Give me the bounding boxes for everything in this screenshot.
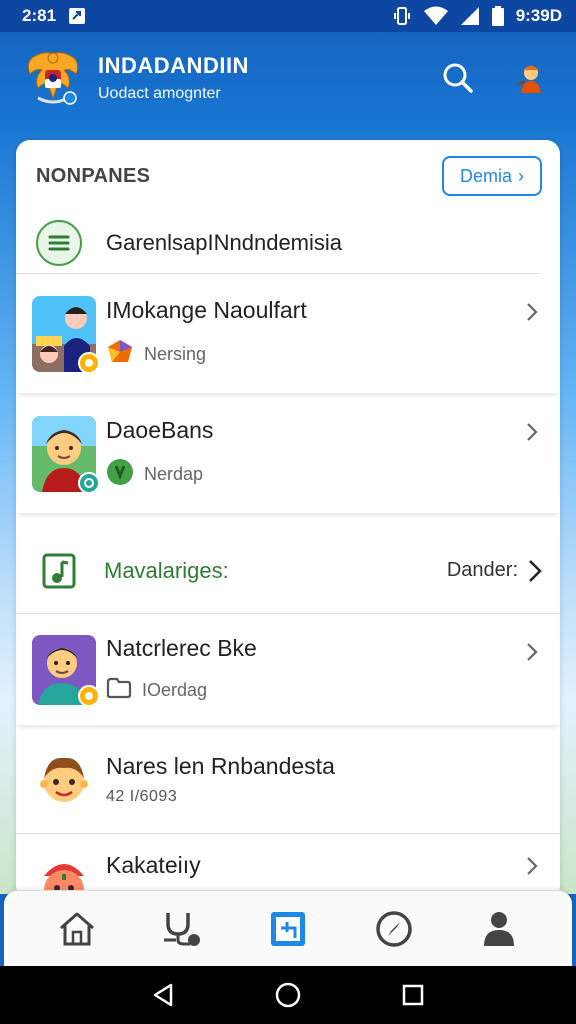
search-button[interactable] bbox=[436, 56, 480, 100]
list-item[interactable]: IMokange Naoulfart Nersing bbox=[16, 274, 560, 394]
item-meta: 42 I/6093 bbox=[106, 788, 178, 805]
home-circle-icon bbox=[275, 982, 301, 1008]
status-clock: 9:39D bbox=[515, 6, 562, 25]
search-icon bbox=[443, 63, 473, 93]
person-icon bbox=[484, 911, 515, 946]
music-note-icon bbox=[42, 553, 76, 589]
folder-icon bbox=[106, 676, 132, 705]
item-title: DaoeBans bbox=[106, 416, 214, 443]
stethoscope-icon bbox=[164, 912, 201, 946]
avatar bbox=[32, 415, 100, 494]
music-action-label: Dander: bbox=[446, 559, 518, 581]
feature-row[interactable]: GarenlsapINndndemisia bbox=[16, 212, 540, 274]
app-subtitle: Uodact amognter bbox=[98, 85, 221, 102]
chevron-right-icon bbox=[522, 300, 542, 324]
list-item[interactable]: Nares len Rnbandesta 42 I/6093 bbox=[16, 726, 560, 834]
garuda-emblem-logo bbox=[24, 48, 82, 108]
home-system-button[interactable] bbox=[268, 975, 308, 1015]
feature-label: GarenlsapINndndemisia bbox=[106, 229, 343, 255]
item-subtitle: Nerdap bbox=[144, 463, 204, 484]
section-action-label: Demia bbox=[459, 165, 512, 186]
cube-icon bbox=[106, 338, 134, 371]
leaf-icon bbox=[106, 458, 134, 491]
recents-square-icon bbox=[403, 984, 424, 1006]
signal-icon bbox=[460, 6, 480, 26]
chevron-right-icon bbox=[522, 854, 542, 878]
chevron-right-icon: › bbox=[518, 165, 524, 186]
nav-home[interactable] bbox=[47, 899, 107, 959]
nav-health[interactable] bbox=[152, 899, 212, 959]
profile-avatar-button[interactable] bbox=[508, 56, 552, 100]
item-title: Kakateiıy bbox=[106, 852, 201, 878]
coin-badge-icon bbox=[78, 684, 100, 707]
status-time: 2:81 bbox=[22, 6, 57, 25]
recents-button[interactable] bbox=[393, 975, 433, 1015]
avatar bbox=[32, 634, 100, 707]
home-icon bbox=[59, 912, 94, 945]
chevron-right-icon bbox=[522, 420, 542, 444]
section-action-button[interactable]: Demia › bbox=[442, 156, 542, 196]
worker-avatar-icon bbox=[517, 66, 541, 93]
item-subtitle: IOerdag bbox=[142, 679, 208, 700]
app-title: INDADANDIIN bbox=[98, 53, 249, 78]
coin-badge-icon bbox=[78, 351, 100, 374]
music-action-button[interactable]: Dander: bbox=[447, 559, 542, 583]
screenshot-notification-icon bbox=[68, 7, 86, 25]
sync-badge-icon bbox=[78, 471, 100, 494]
nav-explore[interactable] bbox=[364, 899, 424, 959]
system-navigation-bar bbox=[0, 966, 576, 1024]
section-title: NONPANES bbox=[36, 164, 151, 187]
chevron-right-icon bbox=[529, 559, 542, 582]
item-title: Nares len Rnbandesta bbox=[106, 753, 335, 779]
section-header: NONPANES Demia › bbox=[16, 140, 560, 212]
vibrate-icon bbox=[392, 6, 412, 26]
nav-profile[interactable] bbox=[469, 899, 529, 959]
list-item[interactable]: Natcrlerec Bke IOerdag bbox=[16, 614, 560, 726]
music-row[interactable]: Mavalariges: Dander: bbox=[16, 528, 560, 614]
bottom-navigation bbox=[4, 890, 572, 966]
compass-icon bbox=[375, 910, 412, 947]
back-button[interactable] bbox=[143, 975, 183, 1015]
main-card: NONPANES Demia › GarenlsapINndndemisia I… bbox=[16, 140, 560, 900]
list-item[interactable]: DaoeBans Nerdap bbox=[16, 394, 560, 514]
item-subtitle: Nersing bbox=[144, 343, 207, 364]
nav-documents-active[interactable] bbox=[258, 899, 318, 959]
menu-circle-icon bbox=[36, 219, 82, 266]
back-triangle-icon bbox=[153, 983, 172, 1007]
chevron-right-icon bbox=[522, 640, 542, 664]
document-icon bbox=[270, 911, 305, 946]
music-label: Mavalariges: bbox=[104, 557, 229, 583]
status-bar: 2:81 9:39D bbox=[0, 0, 576, 32]
item-title: Natcrlerec Bke bbox=[106, 634, 257, 661]
item-title: IMokange Naoulfart bbox=[106, 296, 307, 323]
avatar bbox=[32, 295, 100, 374]
wifi-icon bbox=[423, 6, 448, 26]
app-bar: INDADANDIIN Uodact amognter bbox=[0, 32, 576, 124]
battery-icon bbox=[491, 6, 504, 26]
mascot-avatar bbox=[32, 748, 96, 812]
